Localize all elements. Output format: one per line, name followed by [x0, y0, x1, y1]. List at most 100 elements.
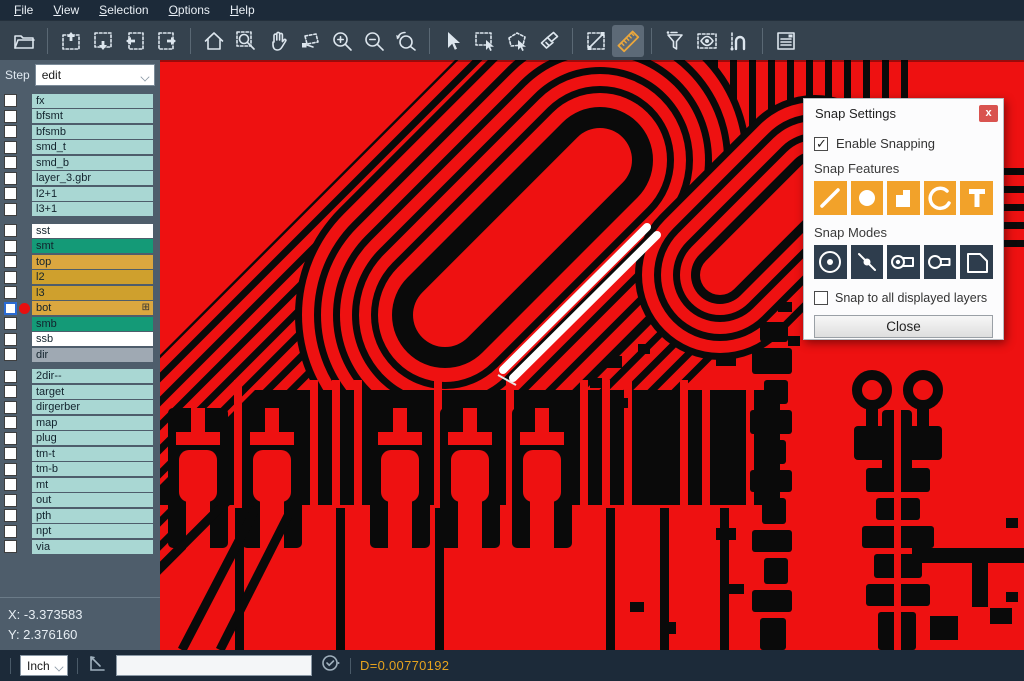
menu-view[interactable]: View: [43, 1, 89, 19]
layer-row[interactable]: l2: [0, 270, 160, 286]
snap-all-layers-row[interactable]: Snap to all displayed layers: [814, 291, 993, 305]
poly-select-icon[interactable]: [501, 25, 533, 57]
layer-row[interactable]: l3+1: [0, 202, 160, 218]
unit-select[interactable]: Inch: [20, 655, 68, 676]
layer-name-label[interactable]: smb: [32, 317, 153, 331]
layer-visibility-checkbox[interactable]: [4, 302, 17, 315]
layer-visibility-checkbox[interactable]: [4, 540, 17, 553]
layer-visibility-checkbox[interactable]: [4, 110, 17, 123]
zoom-previous-icon[interactable]: [390, 25, 422, 57]
layer-name-label[interactable]: target: [32, 385, 153, 399]
layer-visibility-checkbox[interactable]: [4, 478, 17, 491]
layer-visibility-checkbox[interactable]: [4, 370, 17, 383]
enable-snapping-checkbox[interactable]: [814, 137, 828, 151]
layer-row[interactable]: out: [0, 493, 160, 509]
layer-row[interactable]: tm-t: [0, 446, 160, 462]
zoom-in-icon[interactable]: [326, 25, 358, 57]
snap-mode-corner-icon[interactable]: [960, 245, 993, 279]
close-icon[interactable]: x: [979, 105, 998, 122]
layer-name-label[interactable]: map: [32, 416, 153, 430]
layer-visibility-checkbox[interactable]: [4, 416, 17, 429]
snap-feature-pad-icon[interactable]: [851, 181, 884, 215]
layer-name-label[interactable]: via: [32, 540, 153, 554]
layer-row[interactable]: via: [0, 539, 160, 555]
measure-input[interactable]: [116, 655, 312, 676]
home-icon[interactable]: [198, 25, 230, 57]
snap-feature-text-icon[interactable]: [960, 181, 993, 215]
angle-icon[interactable]: [87, 653, 107, 678]
layer-row[interactable]: dirgerber: [0, 400, 160, 416]
layer-visibility-checkbox[interactable]: [4, 447, 17, 460]
confirm-circle-icon[interactable]: [321, 653, 341, 678]
layer-row[interactable]: tm-b: [0, 462, 160, 478]
layer-visibility-checkbox[interactable]: [4, 463, 17, 476]
layer-row[interactable]: fx: [0, 93, 160, 109]
layer-visibility-checkbox[interactable]: [4, 271, 17, 284]
pan-up-icon[interactable]: [55, 25, 87, 57]
pan-right-icon[interactable]: [151, 25, 183, 57]
layer-visibility-checkbox[interactable]: [4, 203, 17, 216]
layer-visibility-checkbox[interactable]: [4, 187, 17, 200]
layer-row[interactable]: dir: [0, 347, 160, 363]
layer-visibility-checkbox[interactable]: [4, 385, 17, 398]
layer-visibility-checkbox[interactable]: [4, 317, 17, 330]
layer-row[interactable]: npt: [0, 524, 160, 540]
layer-name-label[interactable]: pth: [32, 509, 153, 523]
layer-row[interactable]: plug: [0, 431, 160, 447]
layer-row[interactable]: target: [0, 384, 160, 400]
layer-row[interactable]: l2+1: [0, 186, 160, 202]
layer-visibility-checkbox[interactable]: [4, 141, 17, 154]
layer-name-label[interactable]: 2dir--: [32, 369, 153, 383]
close-button[interactable]: Close: [814, 315, 993, 338]
rect-select-icon[interactable]: [469, 25, 501, 57]
drag-zoom-icon[interactable]: [294, 25, 326, 57]
layer-name-label[interactable]: plug: [32, 431, 153, 445]
layer-name-label[interactable]: fx: [32, 94, 153, 108]
step-select[interactable]: edit: [35, 64, 155, 86]
open-icon[interactable]: [8, 25, 40, 57]
layer-row[interactable]: bot⊞: [0, 301, 160, 317]
snap-feature-line-icon[interactable]: [814, 181, 847, 215]
layer-visibility-checkbox[interactable]: [4, 125, 17, 138]
layer-name-label[interactable]: npt: [32, 524, 153, 538]
layer-name-label[interactable]: dirgerber: [32, 400, 153, 414]
snap-mode-center-icon[interactable]: [814, 245, 847, 279]
layer-visibility-checkbox[interactable]: [4, 94, 17, 107]
snap-mode-pad-origin-icon[interactable]: [887, 245, 920, 279]
layer-visibility-checkbox[interactable]: [4, 240, 17, 253]
layer-visibility-checkbox[interactable]: [4, 156, 17, 169]
menu-selection[interactable]: Selection: [89, 1, 158, 19]
layer-name-label[interactable]: dir: [32, 348, 153, 362]
layer-name-label[interactable]: bot⊞: [32, 301, 153, 315]
layer-visibility-checkbox[interactable]: [4, 432, 17, 445]
layer-row[interactable]: pth: [0, 508, 160, 524]
layer-row[interactable]: sst: [0, 223, 160, 239]
snap-feature-arc-icon[interactable]: [924, 181, 957, 215]
layer-name-label[interactable]: l3+1: [32, 202, 153, 216]
layer-name-label[interactable]: bfsmb: [32, 125, 153, 139]
zoom-out-icon[interactable]: [358, 25, 390, 57]
layer-visibility-checkbox[interactable]: [4, 401, 17, 414]
layer-row[interactable]: layer_3.gbr: [0, 171, 160, 187]
layer-name-label[interactable]: smd_t: [32, 140, 153, 154]
layer-name-label[interactable]: l2+1: [32, 187, 153, 201]
layer-visibility-checkbox[interactable]: [4, 224, 17, 237]
layer-row[interactable]: bfsmt: [0, 109, 160, 125]
layer-row[interactable]: top: [0, 254, 160, 270]
layer-name-label[interactable]: tm-t: [32, 447, 153, 461]
layer-row[interactable]: map: [0, 415, 160, 431]
layer-row[interactable]: l3: [0, 285, 160, 301]
snap-mode-pad-outline-icon[interactable]: [924, 245, 957, 279]
layer-visibility-checkbox[interactable]: [4, 172, 17, 185]
layer-name-label[interactable]: sst: [32, 224, 153, 238]
pan-hand-icon[interactable]: [262, 25, 294, 57]
layer-name-label[interactable]: smt: [32, 239, 153, 253]
layer-row[interactable]: smd_b: [0, 155, 160, 171]
measure-line-icon[interactable]: [580, 25, 612, 57]
report-icon[interactable]: [770, 25, 802, 57]
layer-name-label[interactable]: ssb: [32, 332, 153, 346]
layer-name-label[interactable]: smd_b: [32, 156, 153, 170]
layer-name-label[interactable]: l3: [32, 286, 153, 300]
clean-icon[interactable]: [533, 25, 565, 57]
layer-row[interactable]: bfsmb: [0, 124, 160, 140]
